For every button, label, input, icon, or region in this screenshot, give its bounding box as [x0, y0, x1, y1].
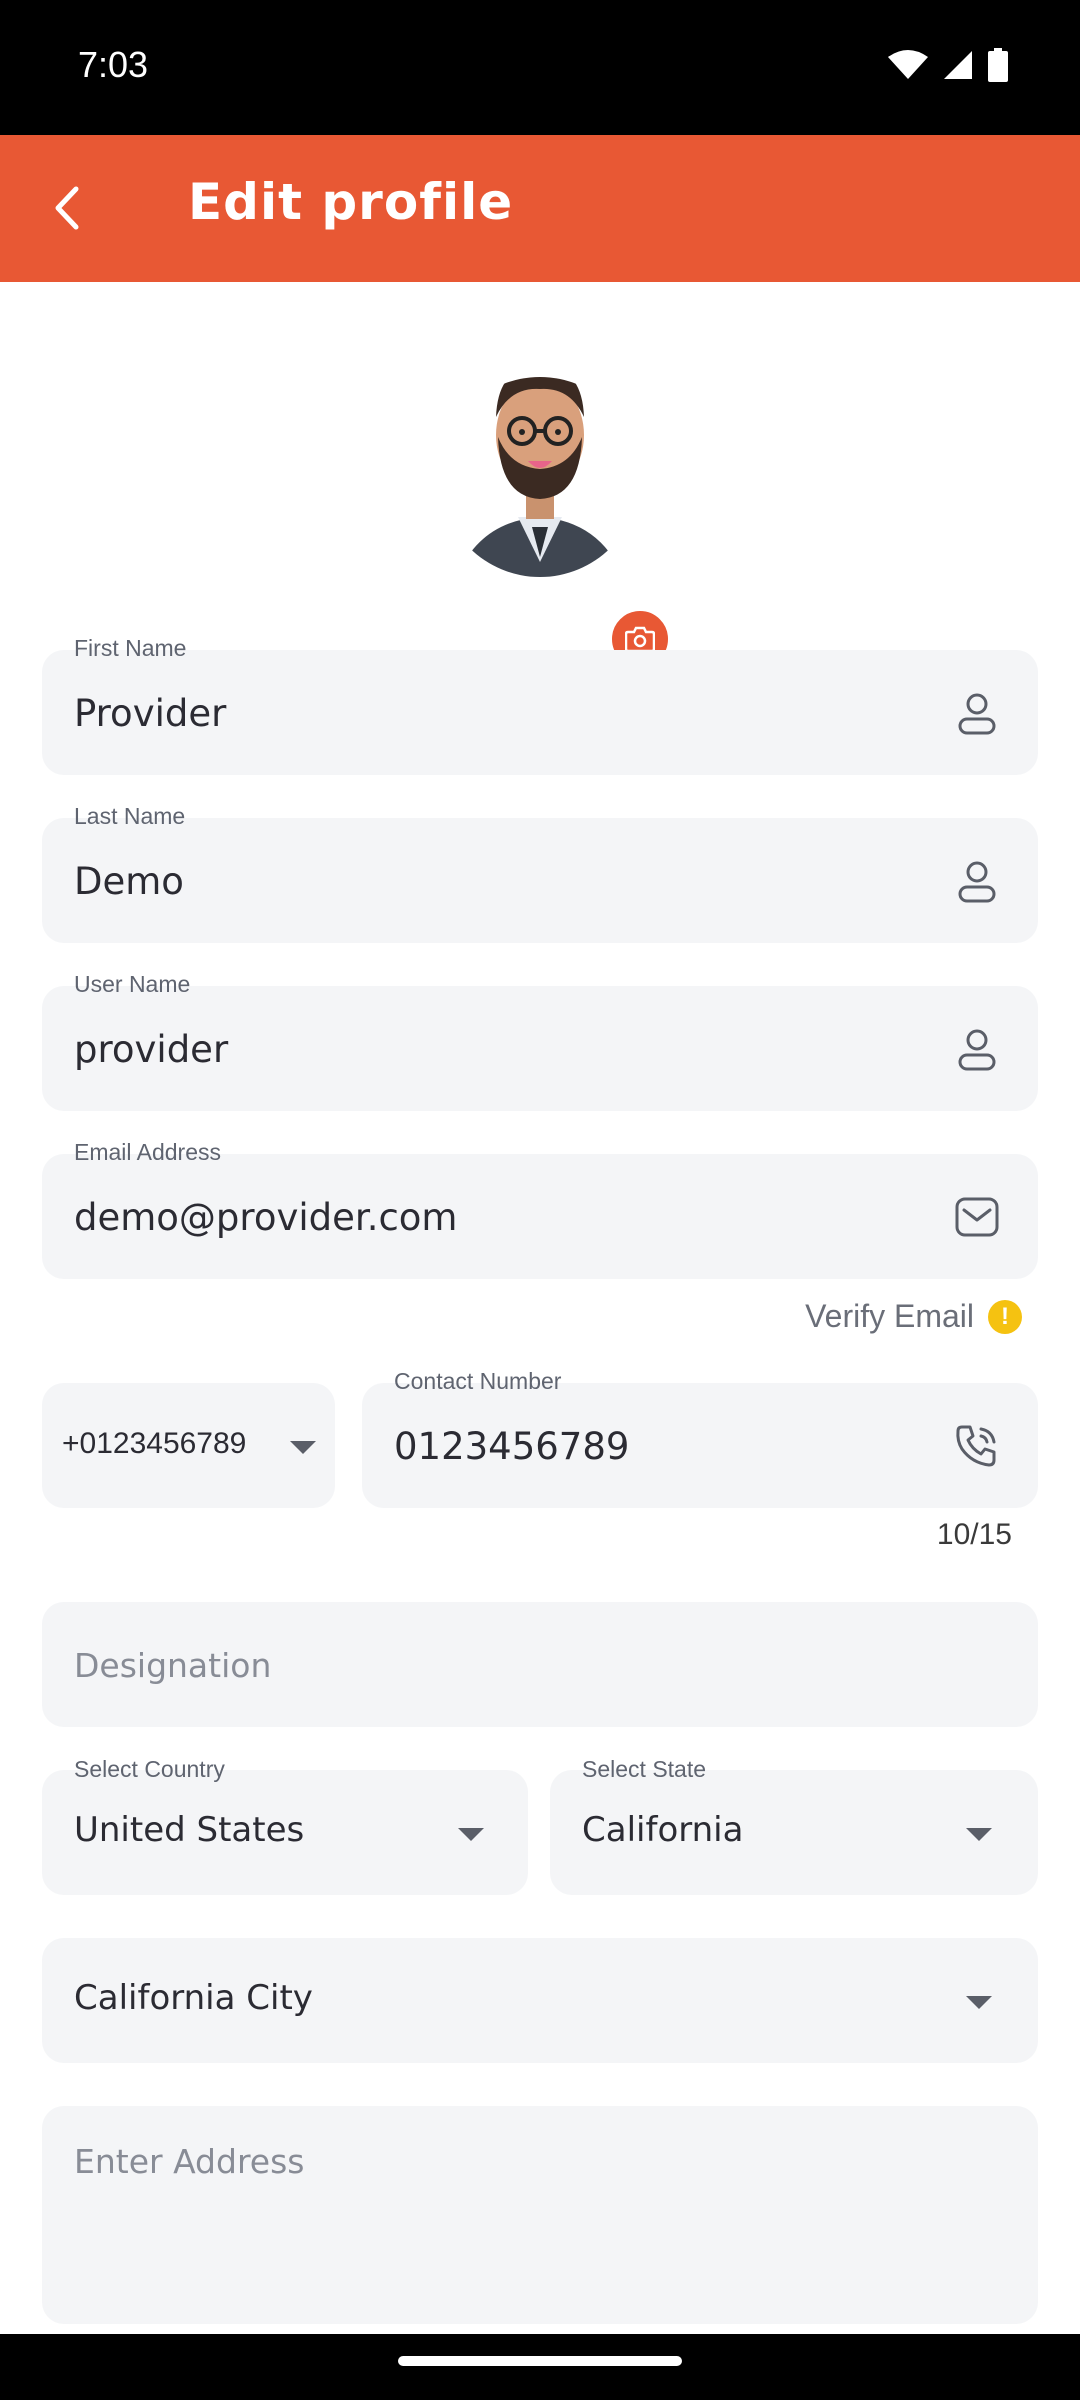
chevron-down-icon — [290, 1441, 316, 1454]
app-bar: Edit profile — [0, 135, 1080, 282]
country-code-value: +0123456789 — [62, 1427, 247, 1460]
user-icon — [958, 693, 996, 735]
battery-icon — [988, 48, 1008, 82]
country-value: United States — [74, 1810, 305, 1850]
country-dropdown[interactable]: United States — [42, 1770, 528, 1895]
character-counter: 10/15 — [936, 1518, 1012, 1551]
state-label: Select State — [582, 1756, 707, 1782]
phone-icon — [956, 1425, 996, 1467]
camera-icon — [625, 626, 655, 652]
address-field[interactable]: Enter Address — [42, 2106, 1038, 2324]
country-label: Select Country — [74, 1756, 225, 1782]
email-field[interactable]: demo@provider.com — [42, 1154, 1038, 1279]
contact-number-label: Contact Number — [394, 1368, 562, 1394]
state-dropdown[interactable]: California — [550, 1770, 1038, 1895]
status-time: 7:03 — [78, 44, 149, 85]
navigation-bar — [0, 2334, 1080, 2400]
address-placeholder: Enter Address — [74, 2142, 305, 2181]
last-name-value: Demo — [74, 860, 184, 903]
mail-icon — [955, 1197, 999, 1237]
chevron-down-icon — [458, 1828, 484, 1841]
first-name-value: Provider — [74, 692, 227, 735]
status-icons — [888, 48, 1008, 82]
user-icon — [958, 1029, 996, 1071]
avatar-container — [440, 357, 672, 671]
verify-email-label: Verify Email — [805, 1298, 974, 1334]
city-dropdown[interactable]: California City — [42, 1938, 1038, 2063]
page-title: Edit profile — [188, 173, 514, 231]
wifi-icon — [888, 50, 928, 79]
designation-placeholder: Designation — [74, 1646, 272, 1685]
email-value: demo@provider.com — [74, 1196, 458, 1239]
country-code-dropdown[interactable]: +0123456789 — [42, 1383, 335, 1508]
user-name-label: User Name — [74, 971, 191, 997]
avatar[interactable] — [440, 357, 640, 597]
user-icon — [958, 861, 996, 903]
first-name-field[interactable]: Provider — [42, 650, 1038, 775]
contact-number-value: 0123456789 — [394, 1425, 630, 1468]
last-name-label: Last Name — [74, 803, 186, 829]
email-label: Email Address — [74, 1139, 222, 1165]
chevron-down-icon — [966, 1828, 992, 1841]
contact-number-field[interactable]: 0123456789 — [362, 1383, 1038, 1508]
home-indicator[interactable] — [398, 2356, 682, 2366]
verify-email-link[interactable]: Verify Email ! — [805, 1298, 1022, 1335]
cellular-signal-icon — [944, 51, 972, 79]
back-button[interactable] — [36, 175, 96, 241]
last-name-field[interactable]: Demo — [42, 818, 1038, 943]
city-value: California City — [74, 1978, 313, 2018]
warning-icon: ! — [988, 1299, 1022, 1334]
user-name-field[interactable]: provider — [42, 986, 1038, 1111]
chevron-down-icon — [966, 1996, 992, 2009]
designation-field[interactable]: Designation — [42, 1602, 1038, 1727]
chevron-left-icon — [55, 186, 79, 230]
user-name-value: provider — [74, 1028, 229, 1071]
edit-profile-form: Provider First Name Demo Last Name provi… — [0, 282, 1080, 2334]
first-name-label: First Name — [74, 635, 187, 661]
status-bar: 7:03 — [0, 0, 1080, 135]
state-value: California — [582, 1810, 744, 1850]
